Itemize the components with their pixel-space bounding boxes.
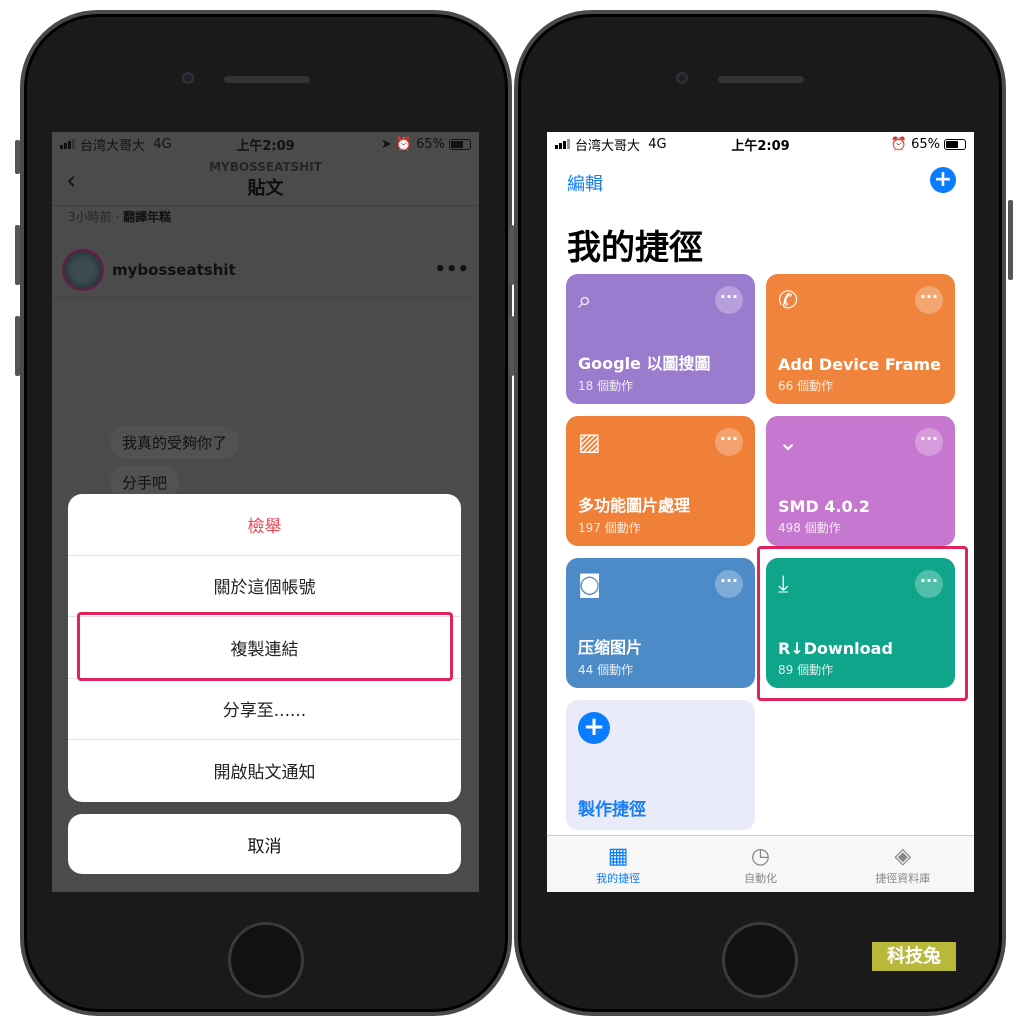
volume-up-button: [15, 225, 20, 285]
about-account-option[interactable]: 關於這個帳號: [68, 556, 461, 617]
instagram-screen: 台湾大哥大 4G 上午2:09 ➤ ⏰ 65% ‹ MYBOSSEATSHIT 貼文…: [52, 132, 479, 892]
speaker: [718, 76, 804, 83]
shortcut-name: Add Device Frame: [778, 355, 941, 374]
time-ago: 3小時前: [68, 210, 112, 224]
grid-icon: ▦: [607, 844, 629, 869]
tab-gallery[interactable]: ◈ 捷徑資料庫: [832, 836, 974, 892]
shortcut-name: SMD 4.0.2: [778, 497, 870, 516]
status-bar: 台湾大哥大 4G 上午2:09 ⏰ 65%: [547, 132, 974, 156]
clock-check-icon: ◷: [750, 844, 771, 869]
shortcut-card[interactable]: ▨ ··· 多功能圖片處理 197 個動作: [566, 416, 755, 546]
tab-label: 自動化: [743, 872, 777, 885]
nav-subtitle: MYBOSSEATSHIT: [209, 160, 322, 174]
home-button[interactable]: [722, 922, 798, 998]
volume-up-button: [509, 225, 514, 285]
username[interactable]: mybosseatshit: [112, 261, 236, 279]
highlight-box: [757, 546, 968, 701]
watermark-logo: 科技兔: [872, 942, 956, 971]
avatar[interactable]: [62, 248, 104, 291]
share-option[interactable]: 分享至......: [68, 679, 461, 740]
power-button: [1008, 200, 1013, 280]
more-icon[interactable]: •••: [434, 259, 469, 280]
action-count: 197 個動作: [578, 521, 641, 535]
battery-icon: [449, 138, 471, 150]
tab-my-shortcuts[interactable]: ▦ 我的捷徑: [547, 836, 689, 892]
nav-title: 貼文: [247, 178, 284, 199]
back-chevron-icon[interactable]: ‹: [66, 166, 76, 196]
more-icon[interactable]: ···: [715, 286, 743, 314]
more-icon[interactable]: ···: [915, 286, 943, 314]
tab-label: 捷徑資料庫: [875, 872, 931, 885]
nav-bar: ‹ MYBOSSEATSHIT 貼文: [52, 156, 479, 206]
alarm-icon: ⏰: [890, 136, 908, 152]
add-shortcut-icon[interactable]: +: [930, 167, 956, 193]
post-header: mybosseatshit •••: [52, 242, 479, 298]
action-count: 44 個動作: [578, 663, 634, 677]
translate-link[interactable]: 翻譯年糕: [123, 210, 171, 224]
home-button[interactable]: [228, 922, 304, 998]
page-title: 我的捷徑: [567, 228, 703, 268]
more-icon[interactable]: ···: [915, 428, 943, 456]
layers-icon: ◈: [894, 844, 912, 869]
highlight-box: [77, 612, 453, 681]
status-bar: 台湾大哥大 4G 上午2:09 ➤ ⏰ 65%: [52, 132, 479, 156]
camera: [676, 72, 688, 84]
tab-label: 我的捷徑: [596, 872, 641, 885]
alarm-icon: ⏰: [395, 136, 413, 152]
post-meta: 3小時前 · 翻譯年糕: [68, 208, 171, 225]
more-icon[interactable]: ···: [715, 428, 743, 456]
more-icon[interactable]: ···: [715, 570, 743, 598]
volume-down-button: [509, 316, 514, 376]
separator: ·: [111, 210, 124, 224]
shortcut-card[interactable]: ⌄ ··· SMD 4.0.2 498 個動作: [766, 416, 955, 546]
shortcut-card[interactable]: ⌕ ··· Google 以圖搜圖 18 個動作: [566, 274, 755, 404]
chat-bubble: 我真的受夠你了: [110, 426, 240, 459]
battery-percent: 65%: [416, 136, 445, 152]
post-notifications-option[interactable]: 開啟貼文通知: [68, 740, 461, 802]
camera: [182, 72, 194, 84]
action-count: 66 個動作: [778, 379, 834, 393]
create-shortcut-card[interactable]: + 製作捷徑: [566, 700, 755, 830]
shortcut-name: 多功能圖片處理: [578, 496, 691, 515]
plus-icon: +: [578, 712, 610, 744]
tab-bar: ▦ 我的捷徑 ◷ 自動化 ◈ 捷徑資料庫: [547, 835, 974, 892]
mute-switch: [15, 140, 20, 174]
speaker: [224, 76, 310, 83]
shortcut-card[interactable]: ✆ ··· Add Device Frame 66 個動作: [766, 274, 955, 404]
action-count: 498 個動作: [778, 521, 841, 535]
cancel-button[interactable]: 取消: [68, 814, 461, 874]
report-option[interactable]: 檢舉: [68, 494, 461, 556]
location-icon: ➤: [381, 136, 392, 152]
shortcut-card[interactable]: ◙ ··· 压缩图片 44 個動作: [566, 558, 755, 688]
tab-automation[interactable]: ◷ 自動化: [689, 836, 831, 892]
battery-percent: 65%: [911, 136, 940, 152]
shortcut-name: Google 以圖搜圖: [578, 354, 711, 373]
action-count: 18 個動作: [578, 379, 634, 393]
shortcut-name: 压缩图片: [578, 638, 643, 657]
battery-icon: [944, 138, 966, 150]
shortcuts-screen: 台湾大哥大 4G 上午2:09 ⏰ 65% 編輯 + 我的捷徑 ⌕ ··· Goo…: [547, 132, 974, 892]
volume-down-button: [15, 316, 20, 376]
create-shortcut-label: 製作捷徑: [578, 800, 646, 820]
edit-button[interactable]: 編輯: [567, 170, 603, 196]
